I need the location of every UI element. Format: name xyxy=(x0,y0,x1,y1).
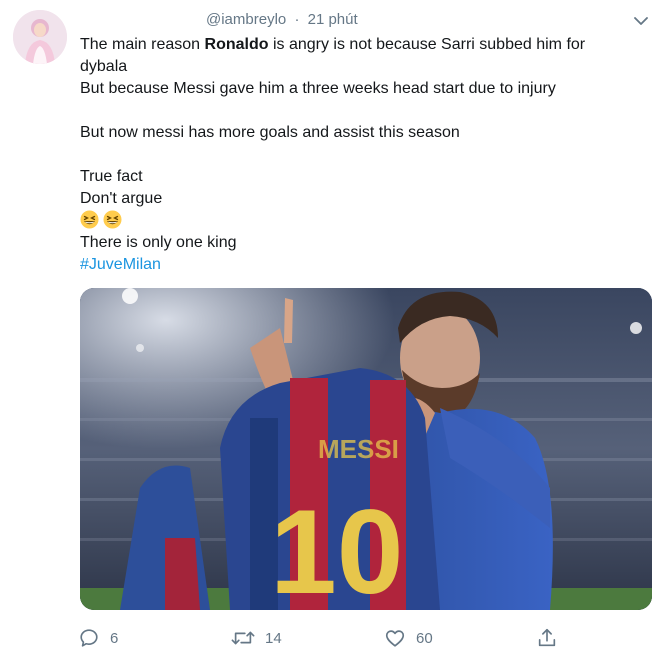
text-line-10: There is only one king xyxy=(80,234,237,251)
emoji-row xyxy=(80,210,640,232)
share-icon xyxy=(538,628,556,647)
bold-mention: Ronaldo xyxy=(204,36,269,53)
tweet-text: The main reason Ronaldo is angry is not … xyxy=(80,34,640,276)
text-line-2: dybala xyxy=(80,58,128,75)
like-button[interactable]: 60 xyxy=(384,624,433,652)
share-button[interactable] xyxy=(536,624,558,652)
reply-icon xyxy=(80,629,98,647)
retweet-count: 14 xyxy=(265,629,282,647)
reply-count: 6 xyxy=(110,629,119,647)
grinning-squinting-face-icon xyxy=(103,210,122,229)
text-line-1: The main reason Ronaldo is angry is not … xyxy=(80,34,640,56)
text-segment: The main reason xyxy=(80,36,205,53)
text-line-5: But now messi has more goals and assist … xyxy=(80,124,460,141)
text-segment: is angry is not because Sarri subbed him… xyxy=(268,36,586,53)
text-line-8: Don't argue xyxy=(80,190,163,207)
retweet-button[interactable]: 14 xyxy=(231,624,282,652)
jersey-number: 10 xyxy=(270,485,403,610)
reply-button[interactable]: 6 xyxy=(78,624,118,652)
avatar[interactable] xyxy=(13,10,67,64)
tweet-header: @iambreylo · 21 phút xyxy=(206,11,358,28)
chevron-down-icon[interactable] xyxy=(633,14,649,26)
user-handle[interactable]: @iambreylo xyxy=(206,11,286,28)
tweet-timestamp[interactable]: 21 phút xyxy=(308,11,358,28)
header-separator: · xyxy=(294,11,300,28)
avatar-image xyxy=(13,10,67,64)
text-line-3: But because Messi gave him a three weeks… xyxy=(80,80,556,97)
like-count: 60 xyxy=(416,629,433,647)
grinning-squinting-face-icon xyxy=(80,210,99,229)
tweet-media-image[interactable]: MESSI 10 xyxy=(80,288,652,610)
hashtag-link[interactable]: #JuveMilan xyxy=(80,254,640,276)
retweet-icon xyxy=(231,631,255,645)
text-line-7: True fact xyxy=(80,168,143,185)
jersey-name: MESSI xyxy=(318,434,399,464)
media-photo: MESSI 10 xyxy=(80,288,652,610)
tweet-actions: 6 14 60 xyxy=(78,624,568,652)
heart-icon xyxy=(385,630,405,647)
tweet: @iambreylo · 21 phút The main reason Ron… xyxy=(0,0,663,656)
